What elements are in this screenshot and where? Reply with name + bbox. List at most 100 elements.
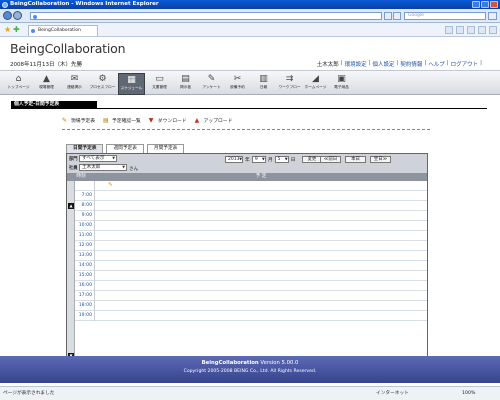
close-button[interactable] [490, 1, 498, 8]
page-icon [33, 14, 37, 19]
tab-daily[interactable]: 日間予定表 [66, 144, 104, 153]
tab-monthly[interactable]: 月間予定表 [146, 144, 185, 153]
month-select[interactable]: 9 [251, 156, 266, 163]
hour-row[interactable]: 13:00 [75, 251, 427, 261]
scroll-up-icon[interactable]: ▲ [68, 203, 74, 209]
hour-row[interactable]: 8:00 [75, 201, 427, 211]
pencil-icon[interactable]: ✎ [108, 182, 113, 188]
main-toolbar: ⌂ トップページ ▲ 現場管理 ✉ 連絡掲示 ⚙ プロセスフロー ▦ スケジュール ▭ 文書… [0, 70, 500, 95]
homepage-icon: ◢ [312, 74, 319, 84]
hour-row[interactable]: 12:00 [75, 241, 427, 251]
hour-row[interactable]: 11:00 [75, 231, 427, 241]
next-day-button[interactable]: 翌日≫ [370, 156, 391, 163]
top-links: 土木太郎 | 環境設定 | 個人設定 | 契約情報 | ヘルプ | ログアウト … [316, 60, 482, 68]
hour-row[interactable]: 18:00 [75, 301, 427, 311]
search-input[interactable]: Google [404, 12, 486, 20]
link-env-settings[interactable]: 環境設定 [345, 60, 367, 68]
action-links: ✎ 現場予定表 ▤ 予定確認一覧 ▼ ダウンロード ▲ アップロード [62, 117, 232, 124]
hour-row[interactable]: ✎ [75, 181, 427, 191]
maximize-button[interactable] [481, 1, 489, 8]
staff-suffix: さん [129, 167, 139, 172]
status-text: ページが表示されました [3, 391, 55, 396]
ie-logo-icon [2, 1, 8, 8]
toolbar-homepage[interactable]: ◢ ホームページ [302, 73, 329, 95]
prev-day-button[interactable]: ≪前日 [320, 156, 341, 163]
column-header: 時刻 予 定 [67, 173, 427, 181]
workflow-icon: ⇉ [285, 74, 294, 84]
toolbar-process-flow[interactable]: ⚙ プロセスフロー [89, 73, 116, 95]
staff-select[interactable]: 土木太郎 [79, 164, 127, 171]
col-time: 時刻 [76, 174, 86, 179]
section-divider [11, 108, 487, 109]
year-select[interactable]: 2013 [225, 156, 243, 163]
toolbar-notice[interactable]: ✉ 連絡掲示 [61, 73, 88, 95]
hour-row[interactable]: 15:00 [75, 271, 427, 281]
day-select[interactable]: 5 [274, 156, 289, 163]
footer-product: BeingCollaboration Version 5.00.0 [201, 360, 299, 366]
hour-row[interactable]: 17:00 [75, 291, 427, 301]
tools-menu-icon[interactable] [489, 26, 497, 34]
view-tabs: 日間予定表 週間予定表 月間予定表 [66, 144, 185, 153]
refresh-button[interactable] [384, 12, 392, 20]
schedule-grid: ▲ ▼ ✎ 7:00 8:00 9:00 10:00 11:00 12:00 1… [67, 181, 427, 362]
forward-button[interactable] [13, 11, 22, 20]
hour-row[interactable]: 19:00 [75, 311, 427, 321]
toolbar-bbs[interactable]: ▤ 掲示板 [172, 73, 199, 95]
current-date: 2008年11月13日（木）先勝 [10, 62, 82, 68]
toolbar-site-mgmt[interactable]: ▲ 現場管理 [33, 73, 60, 95]
toolbar-workflow[interactable]: ⇉ ワークフロー [276, 73, 303, 95]
schedule-panel: 部門 すべて表示 社員 土木太郎 さん 2013 年 9 月 5 日 変更 ≪前… [66, 153, 428, 363]
equipment-icon: ✂ [233, 74, 242, 84]
print-icon[interactable] [467, 26, 475, 34]
favorites-star-icon[interactable]: ★ [4, 25, 11, 34]
action-upload[interactable]: ▲ アップロード [195, 117, 233, 124]
browser-tab[interactable]: BeingCollaboration [28, 25, 98, 36]
grid-scroll: ▲ ▼ [67, 181, 75, 362]
list-icon: ▤ [103, 116, 109, 124]
download-icon: ▼ [148, 116, 154, 124]
address-bar: Google [0, 9, 500, 23]
stop-button[interactable] [393, 12, 401, 20]
site-schedule-icon: ✎ [62, 116, 68, 124]
dept-select[interactable]: すべて表示 [79, 155, 117, 162]
action-site-schedule[interactable]: ✎ 現場予定表 [62, 117, 95, 124]
hour-row[interactable]: 7:00 [75, 191, 427, 201]
back-button[interactable] [3, 11, 12, 20]
hour-row[interactable]: 10:00 [75, 221, 427, 231]
dotted-divider [62, 129, 430, 130]
today-button[interactable]: 本日 [345, 156, 366, 163]
zoom-level[interactable]: 100% [462, 387, 475, 400]
toolbar-equipment[interactable]: ✂ 設備予約 [224, 73, 251, 95]
section-title: 個人予定-日間予定表 [11, 101, 97, 108]
status-zone: インターネット [376, 391, 409, 396]
delivery-icon: ▣ [337, 74, 346, 84]
link-logout[interactable]: ログアウト [451, 60, 479, 68]
link-help[interactable]: ヘルプ [428, 60, 445, 68]
window-title: BeingCollaboration - Windows Internet Ex… [10, 1, 159, 7]
toolbar-schedule[interactable]: ▦ スケジュール [118, 73, 145, 95]
toolbar-documents[interactable]: ▭ 文書管理 [146, 73, 173, 95]
toolbar-survey[interactable]: ✎ アンケート [198, 73, 225, 95]
hour-row[interactable]: 9:00 [75, 211, 427, 221]
address-input[interactable] [30, 12, 382, 20]
action-schedule-list[interactable]: ▤ 予定確認一覧 [103, 117, 141, 124]
toolbar-daily-report[interactable]: ▥ 日報 [250, 73, 277, 95]
toolbar-e-delivery[interactable]: ▣ 電子納品 [328, 73, 355, 95]
window-titlebar: BeingCollaboration - Windows Internet Ex… [0, 0, 500, 9]
search-button[interactable] [488, 12, 497, 20]
user-name: 土木太郎 [316, 62, 339, 68]
minimize-button[interactable] [472, 1, 480, 8]
page-menu-icon[interactable] [478, 26, 486, 34]
tab-weekly[interactable]: 週間予定表 [106, 144, 144, 153]
hour-row[interactable]: 16:00 [75, 281, 427, 291]
link-personal-settings[interactable]: 個人設定 [373, 60, 395, 68]
hour-row[interactable]: 14:00 [75, 261, 427, 271]
toolbar-top-page[interactable]: ⌂ トップページ [5, 73, 32, 95]
change-date-button[interactable]: 変更 [302, 156, 322, 163]
home-icon[interactable] [445, 26, 453, 34]
feeds-icon[interactable] [456, 26, 464, 34]
action-download[interactable]: ▼ ダウンロード [149, 117, 187, 124]
day-unit: 日 [290, 158, 296, 163]
link-contract-info[interactable]: 契約情報 [400, 60, 422, 68]
add-favorite-icon[interactable]: ✚ [13, 25, 20, 34]
